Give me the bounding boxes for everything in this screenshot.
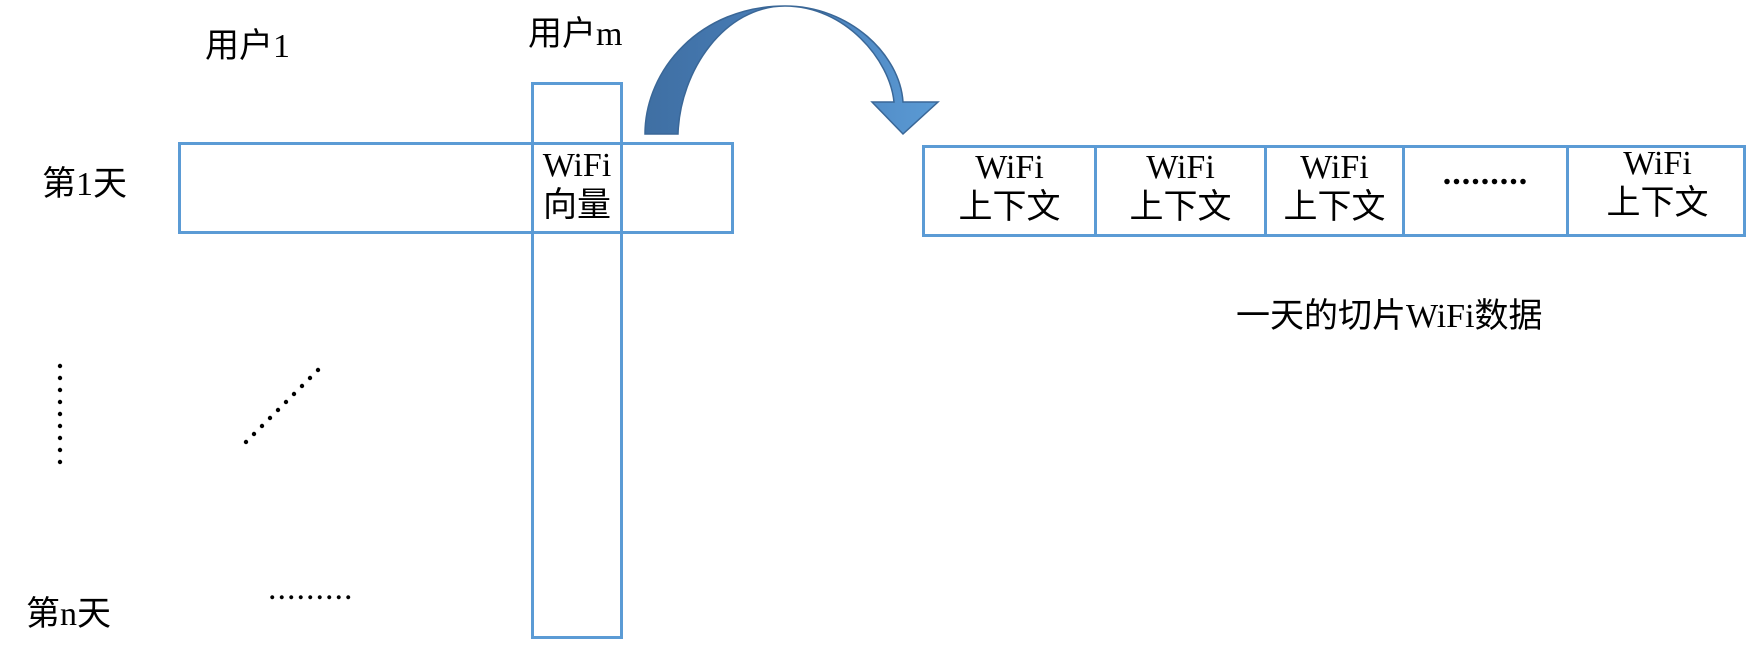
sequence-cell-3-line-1: WiFi — [1300, 149, 1369, 186]
sequence-cell-last-line-2: 上下文 — [1606, 185, 1709, 222]
sequence-cell-last: WiFi 上下文 — [1569, 144, 1746, 224]
sequence-cell-3: WiFi 上下文 — [1267, 148, 1402, 228]
caption-one-day-wifi-data: 一天的切片WiFi数据 — [1236, 298, 1543, 335]
sequence-cell-2: WiFi 上下文 — [1097, 148, 1264, 228]
sequence-cell-1: WiFi 上下文 — [925, 148, 1094, 228]
sequence-cell-ellipsis: ......... — [1405, 154, 1566, 194]
sequence-cell-2-line-1: WiFi — [1146, 149, 1215, 186]
diagonal-ellipsis — [243, 367, 321, 445]
sequence-cell-1-line-1: WiFi — [975, 149, 1044, 186]
sequence-cell-last-line-1: WiFi — [1623, 145, 1692, 182]
vertical-ellipsis — [57, 363, 63, 465]
sequence-cell-2-line-2: 上下文 — [1129, 189, 1232, 226]
curved-arrow-icon — [644, 5, 940, 136]
sequence-ellipsis-text: ......... — [1442, 155, 1529, 192]
sequence-cell-1-line-2: 上下文 — [958, 189, 1061, 226]
sequence-cell-3-line-2: 上下文 — [1283, 189, 1386, 226]
